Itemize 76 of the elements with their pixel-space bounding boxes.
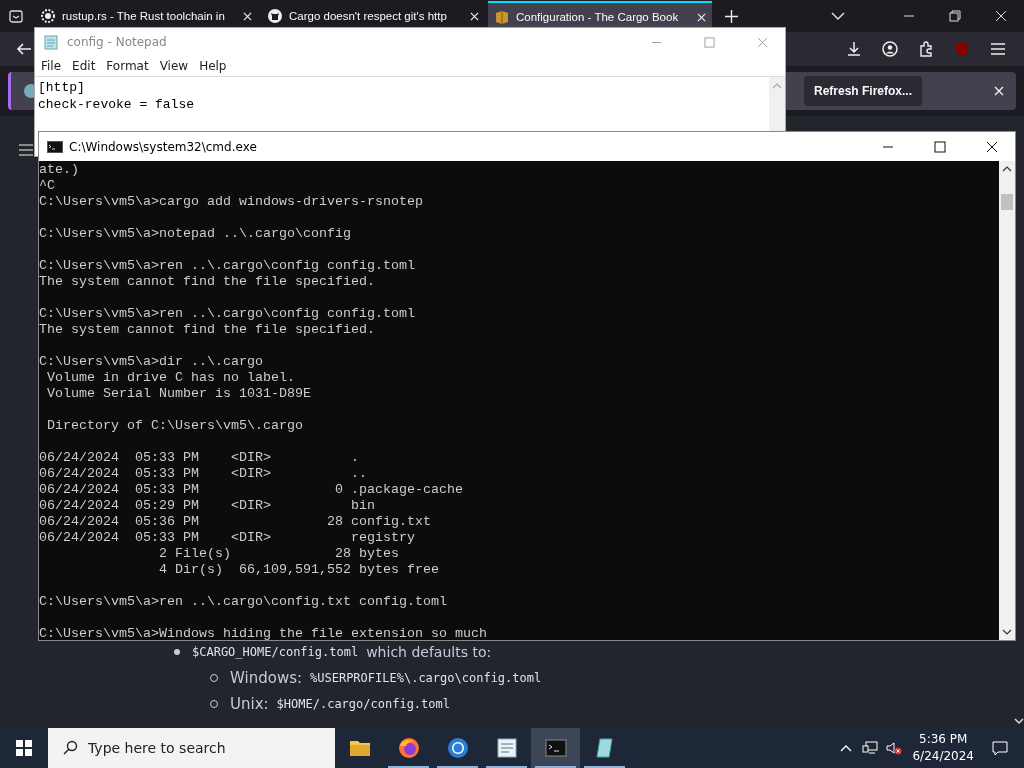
account-icon[interactable] (882, 41, 898, 57)
code-text: %USERPROFILE%\.cargo\config.toml (310, 671, 542, 685)
fox-globe-icon (396, 736, 421, 760)
console-line: C:\Users\vm5\a>cargo add windows-drivers-rsnotep (39, 194, 424, 210)
browser-tab[interactable]: rustup.rs - The Rust toolchain in (34, 1, 258, 31)
tab-list-icon[interactable] (8, 8, 24, 24)
scroll-up-icon[interactable] (1002, 164, 1012, 174)
console-line: ^C (39, 178, 56, 194)
close-tab-icon[interactable] (243, 11, 252, 21)
maximize-icon[interactable] (934, 140, 946, 153)
book-icon (494, 9, 510, 25)
muted-speaker-icon[interactable] (886, 740, 903, 756)
body-text: which defaults to: (366, 644, 492, 660)
menu-item[interactable]: Edit (68, 59, 103, 73)
taskbar-app[interactable] (531, 728, 580, 768)
clock-date[interactable]: 6/24/2024 (912, 748, 974, 765)
console-line: C:\Users\vm5\a>dir ..\.cargo (39, 354, 264, 370)
window-title: config - Notepad (67, 35, 167, 49)
menu-item[interactable]: File (37, 59, 69, 73)
console-line: C:\Users\vm5\a>notepad ..\.cargo\config (39, 226, 352, 242)
body-text: Windows: (230, 669, 302, 687)
browser-circle-icon (445, 736, 470, 760)
scroll-down-icon[interactable] (1002, 627, 1012, 637)
window-title: C:\Windows\system32\cmd.exe (69, 139, 257, 154)
console-line: 4 Dir(s) 66,109,591,552 bytes free (157, 562, 440, 578)
menu-icon[interactable] (990, 41, 1006, 57)
notepad-icon (494, 736, 519, 760)
console-line: 06/24/2024 05:36 PM 28 config.txt (39, 514, 432, 530)
console-icon (543, 736, 568, 760)
search-field[interactable]: Type here to search (48, 728, 335, 768)
gear-icon (40, 8, 56, 24)
console-line: C:\Users\vm5\a>ren ..\.cargo\config config.toml (39, 306, 416, 322)
refresh-button[interactable]: Refresh Firefox... (803, 76, 922, 106)
console-line: C:\Users\vm5\a>Windows hiding the file extension so much (39, 626, 488, 640)
bullet-icon (174, 649, 180, 655)
windows-logo-icon[interactable] (16, 740, 32, 756)
console-line: 06/24/2024 05:33 PM 0 .package-cache (39, 482, 464, 498)
console-line: C:\Users\vm5\a>ren ..\.cargo\config config.toml (39, 258, 416, 274)
console-line: 06/24/2024 05:29 PM <DIR> bin (39, 498, 376, 514)
browser-tab[interactable]: Cargo doesn't respect git's http (261, 1, 485, 31)
text-line: [http] (38, 79, 86, 96)
body-text: Unix: (230, 695, 269, 713)
close-tab-icon[interactable] (470, 11, 479, 21)
menu-item[interactable]: Help (195, 59, 234, 73)
notepad-icon (43, 34, 59, 50)
console-line: 06/24/2024 05:33 PM <DIR> registry (39, 530, 416, 546)
menu-icon[interactable] (18, 142, 34, 158)
download-icon[interactable] (846, 41, 862, 57)
text-line: check-revoke = false (38, 96, 196, 113)
code-text: $CARGO_HOME/config.toml (192, 645, 359, 659)
code-text: $HOME/.cargo/config.toml (276, 697, 450, 711)
scrollbar-thumb[interactable] (1001, 194, 1013, 210)
console-line: 2 File(s) 28 bytes (157, 546, 400, 562)
puzzle-icon[interactable] (918, 41, 934, 57)
menu-item[interactable]: View (155, 59, 196, 73)
close-icon[interactable] (986, 140, 998, 153)
console-line: The system cannot find the file specified. (39, 274, 376, 290)
console-line: 06/24/2024 05:33 PM <DIR> . (39, 450, 360, 466)
scroll-down-icon[interactable] (1014, 716, 1024, 726)
console-line: Directory of C:\Users\vm5\.cargo (46, 418, 304, 434)
close-tab-icon[interactable] (697, 12, 706, 22)
console-line: C:\Users\vm5\a>ren ..\.cargo\config.txt config.toml (39, 594, 448, 610)
console-icon (47, 140, 63, 153)
notification-icon[interactable] (992, 740, 1008, 756)
console-line: ate.) (39, 162, 80, 178)
network-icon[interactable] (862, 740, 879, 756)
new-tab-icon[interactable] (725, 9, 738, 23)
console-line: Volume Serial Number is 1031-D89E (46, 386, 312, 402)
console-line: 06/24/2024 05:33 PM <DIR> .. (39, 466, 368, 482)
search-icon (62, 740, 78, 756)
console-line: Volume in drive C has no label. (46, 370, 296, 386)
console-line: The system cannot find the file specified. (39, 322, 376, 338)
back-arrow-icon[interactable] (16, 41, 32, 57)
restore-icon[interactable] (949, 10, 961, 22)
clock-time[interactable]: 5:36 PM (919, 731, 968, 748)
menu-item[interactable]: Format (102, 59, 156, 73)
